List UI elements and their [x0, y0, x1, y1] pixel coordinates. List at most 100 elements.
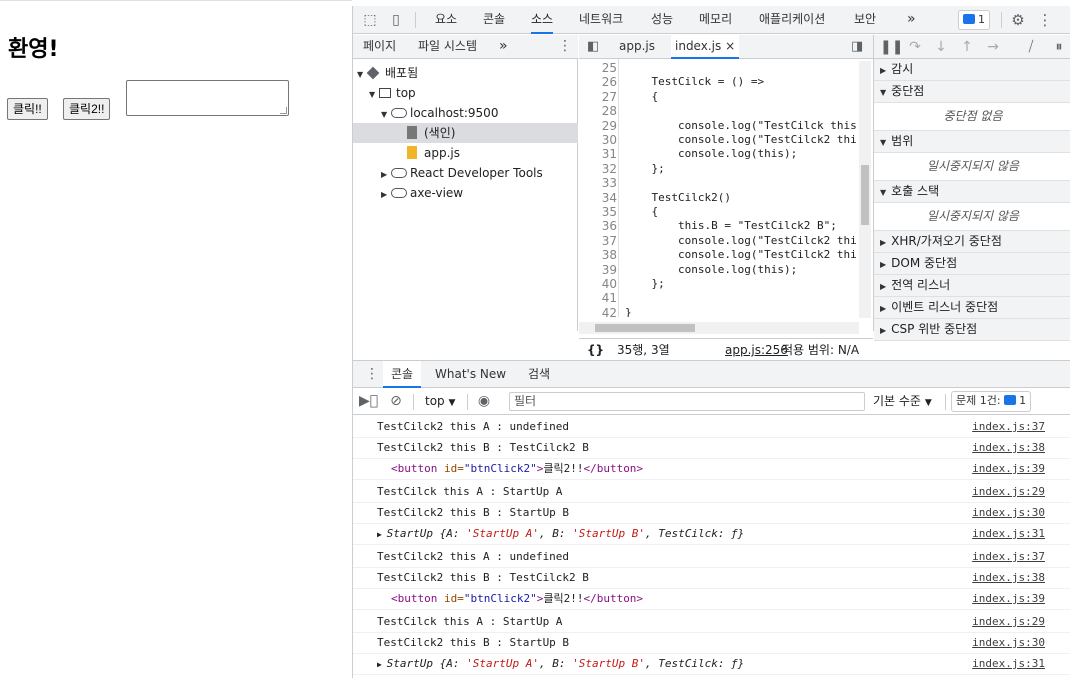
- console-message-text[interactable]: ▶ StartUp {A: 'StartUp A', B: 'StartUp B…: [377, 524, 744, 545]
- sidebar-toggle-icon[interactable]: ▶⃞: [359, 392, 378, 410]
- debugger-section-header[interactable]: ▶ XHR/가져오기 중단점: [874, 231, 1070, 253]
- code-line: console.log("TestCilck this: [625, 118, 857, 132]
- console-source-link[interactable]: index.js:30: [972, 503, 1045, 523]
- console-message-text[interactable]: TestCilck2 this B : TestCilck2 B: [377, 438, 589, 458]
- console-source-link[interactable]: index.js:31: [972, 524, 1045, 544]
- editor-tab-indexjs[interactable]: index.js ×: [671, 35, 740, 59]
- editor-tab-appjs[interactable]: app.js: [615, 35, 659, 59]
- gear-icon[interactable]: ⚙: [1009, 11, 1027, 29]
- tree-item-appjs[interactable]: app.js: [353, 143, 578, 163]
- console-source-link[interactable]: index.js:31: [972, 654, 1045, 674]
- console-source-link[interactable]: index.js:39: [972, 589, 1045, 609]
- tab-performance[interactable]: 성능: [651, 6, 673, 34]
- navigator-menu-icon[interactable]: ⋮: [558, 35, 572, 59]
- console-source-link[interactable]: index.js:39: [972, 459, 1045, 479]
- console-source-link[interactable]: index.js:38: [972, 568, 1045, 588]
- editor-vscroll-thumb[interactable]: [861, 165, 869, 225]
- clear-console-icon[interactable]: ⊘: [387, 392, 405, 410]
- code-area[interactable]: TestCilck = () => { console.log("TestCil…: [579, 59, 873, 317]
- drawer-menu-icon[interactable]: ⋮: [365, 361, 379, 388]
- tab-sources[interactable]: 소스: [531, 6, 554, 34]
- step-out-icon[interactable]: ↑: [958, 38, 976, 56]
- console-message-text[interactable]: TestCilck2 this A : undefined: [377, 417, 569, 437]
- debugger-section-header[interactable]: ▼ 중단점: [874, 81, 1070, 103]
- issues-badge-count: 1: [978, 13, 985, 26]
- console-message: TestCilck2 this A : undefined index.js:37: [353, 547, 1070, 568]
- tree-item-top[interactable]: ▼ top: [353, 83, 578, 103]
- console-source-link[interactable]: index.js:37: [972, 547, 1045, 567]
- context-selector[interactable]: top ▼: [425, 388, 455, 416]
- tab-security[interactable]: 보안: [854, 6, 876, 34]
- console-source-link[interactable]: index.js:38: [972, 438, 1045, 458]
- tab-application[interactable]: 애플리케이션: [759, 6, 825, 34]
- debugger-section-header[interactable]: ▼ 범위: [874, 131, 1070, 153]
- console-message-text[interactable]: TestCilck2 this B : TestCilck2 B: [377, 568, 589, 588]
- console-message-text[interactable]: ▶ StartUp {A: 'StartUp A', B: 'StartUp B…: [377, 654, 744, 675]
- console-issues-button[interactable]: 문제 1건: 1: [951, 391, 1032, 412]
- console-message-text[interactable]: TestCilck2 this A : undefined: [377, 547, 569, 567]
- console-message-text[interactable]: <button id="btnClick2">클릭2!!</button>: [391, 459, 643, 479]
- toggle-debugger-icon[interactable]: ◨: [851, 35, 863, 59]
- console-message-text[interactable]: TestCilck2 this B : StartUp B: [377, 633, 569, 653]
- editor-hscroll-thumb[interactable]: [595, 324, 695, 332]
- console-message-text[interactable]: TestCilck2 this B : StartUp B: [377, 503, 569, 523]
- tab-page[interactable]: 페이지: [363, 35, 396, 59]
- deactivate-breakpoints-icon[interactable]: ⧸: [1022, 38, 1040, 56]
- click-button[interactable]: 클릭!!: [7, 98, 48, 120]
- pause-icon[interactable]: ❚❚: [880, 38, 903, 56]
- step-icon[interactable]: →: [984, 38, 1002, 56]
- debugger-section-header[interactable]: ▶ CSP 위반 중단점: [874, 319, 1070, 341]
- tab-filesystem[interactable]: 파일 시스템: [418, 35, 477, 59]
- console-source-link[interactable]: index.js:30: [972, 633, 1045, 653]
- tree-item-localhost[interactable]: ▼ localhost:9500: [353, 103, 578, 123]
- chevron-down-icon: ▼: [880, 138, 887, 147]
- debugger-section-header[interactable]: ▶ 감시: [874, 59, 1070, 81]
- console-source-link[interactable]: index.js:29: [972, 482, 1045, 502]
- debugger-section-header[interactable]: ▶ 이벤트 리스너 중단점: [874, 297, 1070, 319]
- kebab-menu-icon[interactable]: ⋮: [1036, 11, 1054, 29]
- debugger-section-header[interactable]: ▶ DOM 중단점: [874, 253, 1070, 275]
- eye-icon[interactable]: ◉: [475, 392, 493, 410]
- close-icon[interactable]: ×: [725, 39, 735, 53]
- source-map-link[interactable]: app.js:256: [725, 339, 788, 361]
- tree-item-axe-view[interactable]: ▶ axe-view: [353, 183, 578, 203]
- tab-console[interactable]: 콘솔: [483, 6, 505, 34]
- drawer-tab-search[interactable]: 검색: [528, 361, 550, 388]
- console-source-link[interactable]: index.js:29: [972, 612, 1045, 632]
- debugger-section-header[interactable]: ▶ 전역 리스너: [874, 275, 1070, 297]
- code-line: {: [625, 89, 659, 103]
- console-message-text[interactable]: TestCilck this A : StartUp A: [377, 612, 562, 632]
- more-tabs-button[interactable]: »: [907, 6, 916, 34]
- issues-badge[interactable]: 1: [958, 10, 990, 30]
- message-icon: [963, 14, 975, 24]
- file-navigator: 페이지 파일 시스템 » ⋮ ▼ 배포됨 ▼ top ▼ localhost:9500…: [353, 35, 578, 331]
- drawer-tab-console[interactable]: 콘솔: [383, 361, 422, 388]
- expand-arrow-icon[interactable]: ▶: [377, 660, 387, 669]
- tab-network[interactable]: 네트워크: [579, 6, 623, 34]
- tree-item-deployed[interactable]: ▼ 배포됨: [353, 63, 578, 83]
- console-message-text[interactable]: TestCilck this A : StartUp A: [377, 482, 562, 502]
- expand-arrow-icon[interactable]: ▶: [377, 530, 387, 539]
- toggle-navigator-icon[interactable]: ◧: [587, 35, 599, 59]
- tree-item-react-devtools[interactable]: ▶ React Developer Tools: [353, 163, 578, 183]
- console-message: TestCilck2 this B : StartUp B index.js:30: [353, 503, 1070, 524]
- debugger-section-header[interactable]: ▼ 호출 스택: [874, 181, 1070, 203]
- pretty-print-button[interactable]: {}: [587, 339, 604, 361]
- device-toolbar-icon[interactable]: ▯: [387, 11, 405, 29]
- step-over-icon[interactable]: ↷: [906, 38, 924, 56]
- code-line: console.log(this);: [625, 147, 798, 161]
- inspect-element-icon[interactable]: ⬚: [361, 11, 379, 29]
- pause-on-exceptions-icon[interactable]: ⏸: [1050, 38, 1068, 56]
- tab-memory[interactable]: 메모리: [699, 6, 732, 34]
- log-level-selector[interactable]: 기본 수준 ▼: [873, 388, 932, 416]
- drawer-tab-whats-new[interactable]: What's New: [435, 361, 506, 388]
- click2-button[interactable]: 클릭2!!: [63, 98, 111, 120]
- tree-item-index[interactable]: (색인): [353, 123, 578, 143]
- tab-elements[interactable]: 요소: [435, 6, 457, 34]
- navigator-more-button[interactable]: »: [499, 35, 508, 59]
- step-into-icon[interactable]: ↓: [932, 38, 950, 56]
- filter-input[interactable]: 필터: [509, 392, 865, 411]
- console-source-link[interactable]: index.js:37: [972, 417, 1045, 437]
- console-message-text[interactable]: <button id="btnClick2">클릭2!!</button>: [391, 589, 643, 609]
- text-area[interactable]: [126, 80, 289, 116]
